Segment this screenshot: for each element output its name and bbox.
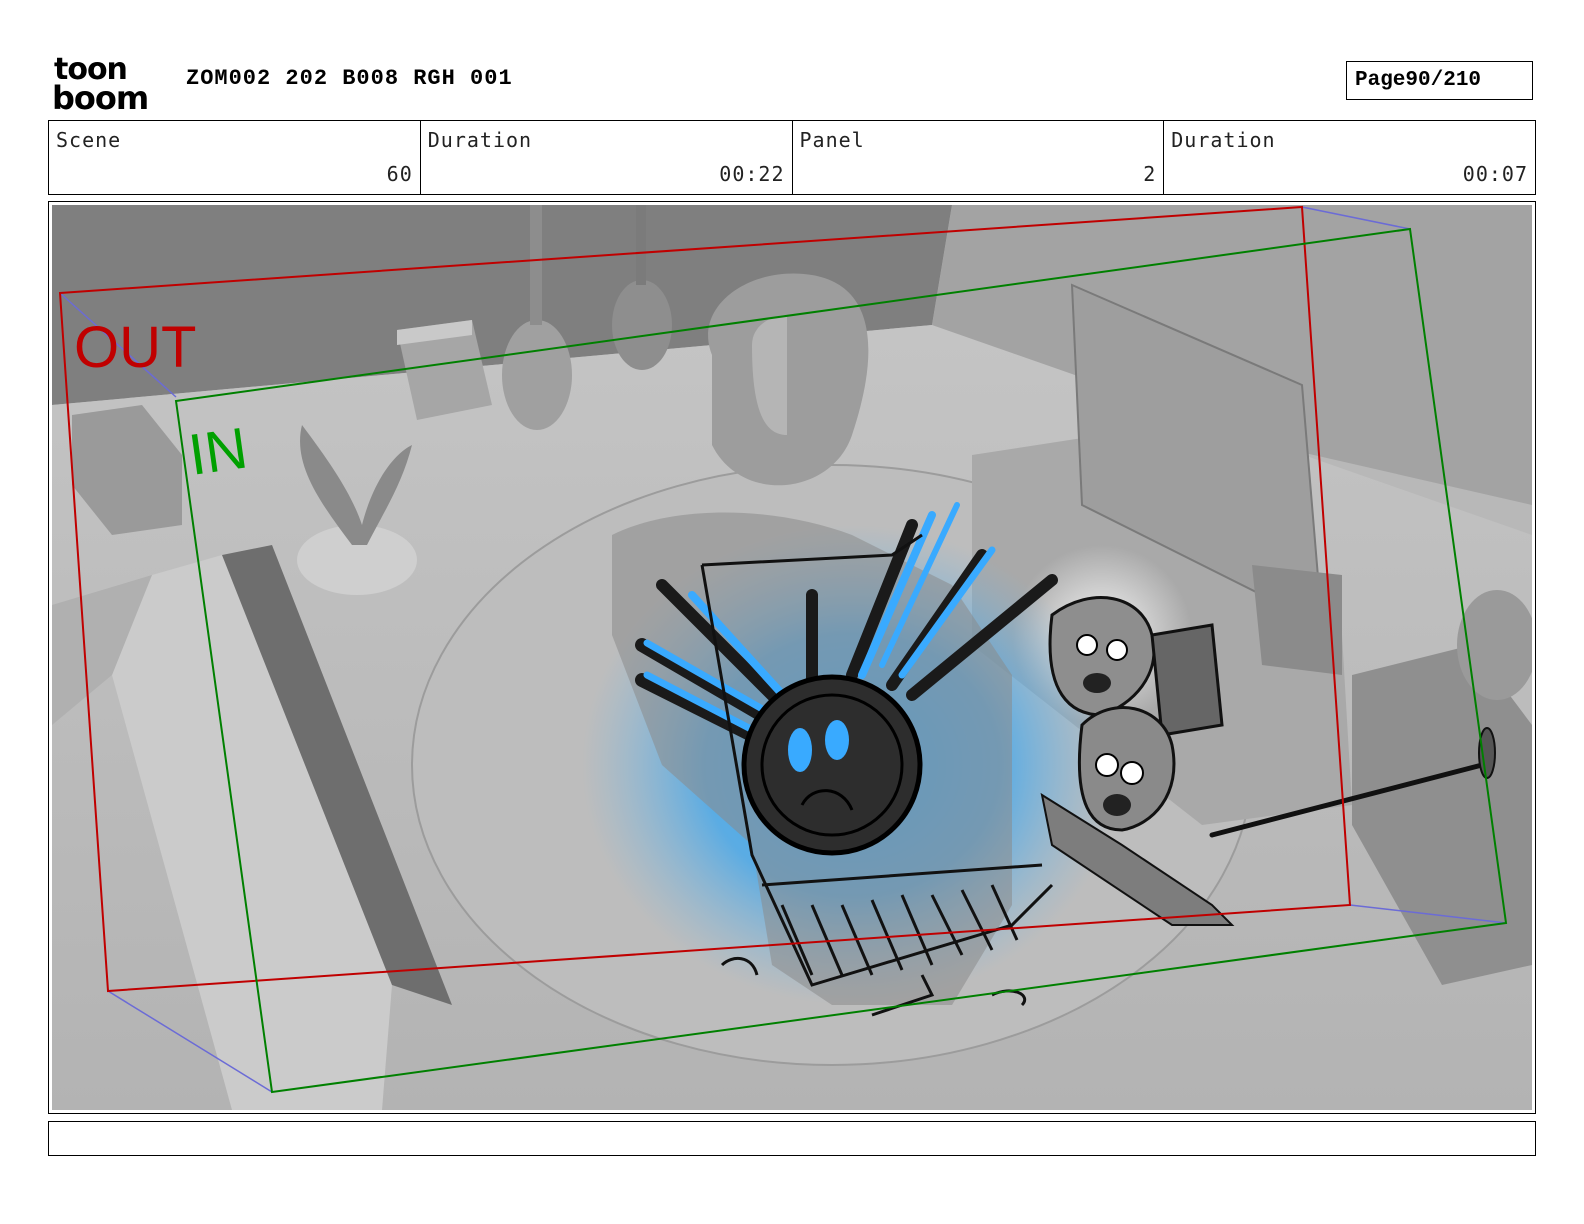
scene-label: Scene bbox=[56, 128, 122, 152]
electric-guitar bbox=[612, 280, 672, 370]
panel-duration-value: 00:07 bbox=[1462, 162, 1528, 186]
scene-duration-label: Duration bbox=[427, 128, 533, 152]
panel-duration-cell: Duration 00:07 bbox=[1164, 121, 1535, 194]
scene-cell: Scene 60 bbox=[49, 121, 421, 194]
in-label: IN bbox=[185, 415, 251, 487]
project-id: ZOM002 202 B008 RGH 001 bbox=[186, 66, 513, 91]
scene-duration-cell: Duration 00:22 bbox=[421, 121, 793, 194]
storyboard-panel: OUT IN bbox=[52, 205, 1532, 1110]
panel-cell: Panel 2 bbox=[793, 121, 1165, 194]
orb-eye-left bbox=[788, 728, 812, 772]
logo-text-bottom: boom bbox=[52, 79, 148, 112]
out-label: OUT bbox=[74, 315, 196, 380]
page-indicator: Page 90/210 bbox=[1346, 61, 1533, 100]
panel-label: Panel bbox=[799, 128, 865, 152]
page-label: Page bbox=[1355, 69, 1406, 92]
orb-eye-right bbox=[825, 720, 849, 760]
panel-value: 2 bbox=[1143, 162, 1157, 186]
scene-value: 60 bbox=[386, 162, 413, 186]
toon-boom-logo: toon boom bbox=[52, 52, 149, 112]
page-value: 90/210 bbox=[1405, 69, 1482, 92]
acoustic-guitar bbox=[502, 320, 572, 430]
panel-duration-label: Duration bbox=[1171, 128, 1276, 152]
phone bbox=[1478, 727, 1496, 779]
info-bar: Scene 60 Duration 00:22 Panel 2 Duration… bbox=[48, 120, 1536, 195]
panel-artwork: OUT IN bbox=[52, 205, 1532, 1110]
scene-duration-value: 00:22 bbox=[719, 162, 785, 186]
notes-box bbox=[48, 1121, 1536, 1156]
glowing-orb bbox=[741, 674, 923, 856]
